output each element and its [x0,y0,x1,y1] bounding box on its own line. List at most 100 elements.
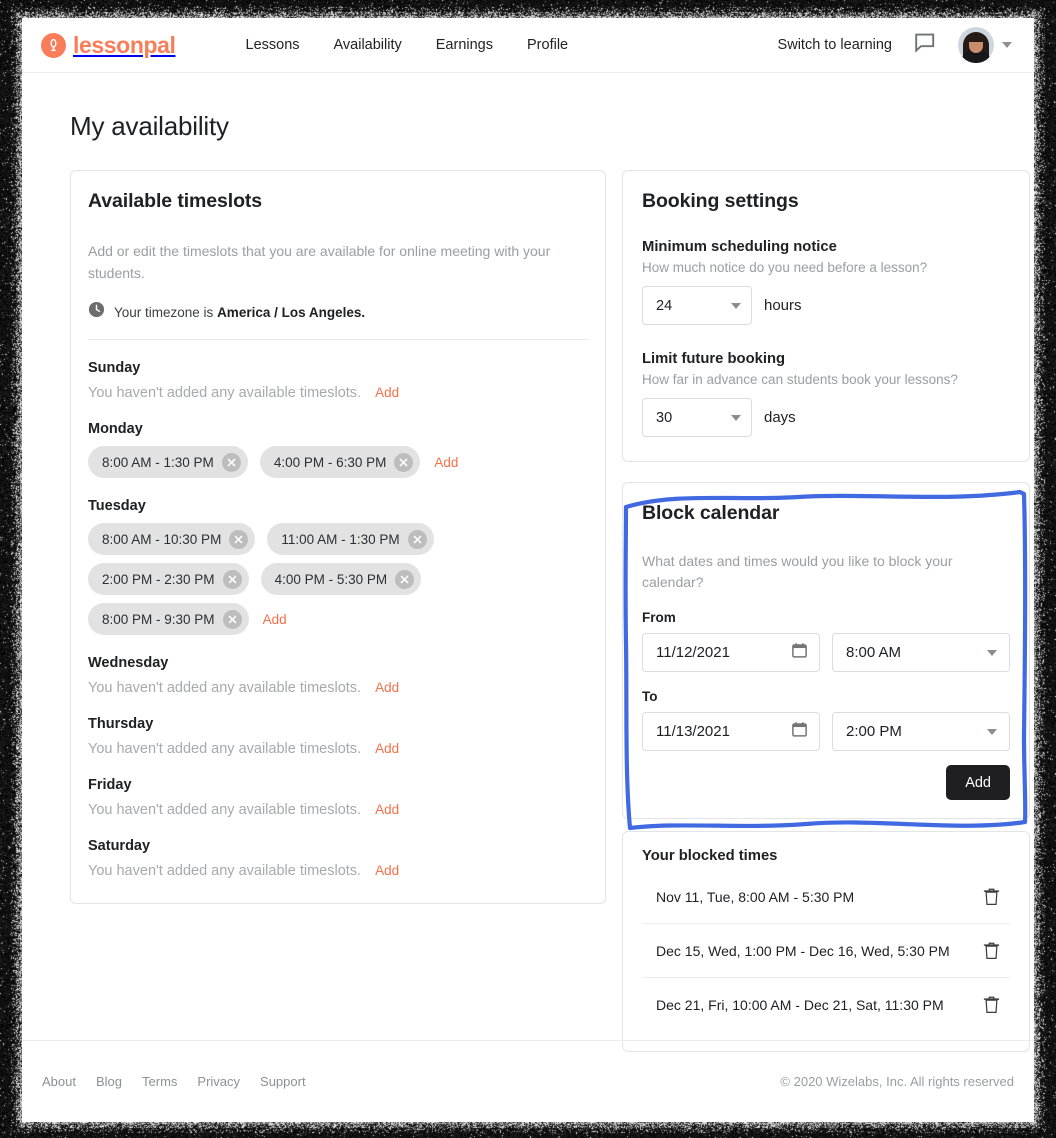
minimum-scheduling-notice-group: Minimum scheduling notice How much notic… [642,239,1010,325]
chevron-down-icon[interactable] [1002,42,1012,48]
timezone-value: America / Los Angeles. [217,305,365,320]
user-avatar[interactable] [958,27,994,63]
available-timeslots-card: Available timeslots Add or edit the time… [70,170,606,904]
day-name: Thursday [88,716,588,732]
screenshot-frame: lessonpal Lessons Availability Earnings … [0,0,1056,1138]
timeslot-label: 4:00 PM - 5:30 PM [275,572,388,587]
chevron-down-icon [731,303,741,309]
right-column: Booking settings Minimum scheduling noti… [622,170,1030,1052]
block-calendar-actions: Add [642,765,1010,800]
nav-item-profile[interactable]: Profile [527,37,568,53]
footer-link-terms[interactable]: Terms [142,1074,177,1089]
min-notice-help: How much notice do you need before a les… [642,260,1010,275]
to-label: To [642,689,1010,704]
timeslot-chip[interactable]: 4:00 PM - 5:30 PM [261,563,422,595]
delete-blocked-time-button[interactable] [981,939,1002,962]
limit-future-select[interactable]: 30 [642,398,752,437]
limit-future-label: Limit future booking [642,351,1010,367]
from-field-row: 11/12/2021 8:00 AM [642,633,1010,672]
remove-timeslot-icon[interactable] [222,453,241,472]
add-timeslot-saturday[interactable]: Add [375,863,399,878]
min-notice-control: 24 hours [642,286,1010,325]
timeslot-label: 11:00 AM - 1:30 PM [281,532,399,547]
chevron-down-icon [731,415,741,421]
footer-link-about[interactable]: About [42,1074,76,1089]
nav-item-availability[interactable]: Availability [334,37,402,53]
footer-link-support[interactable]: Support [260,1074,306,1089]
account-menu[interactable] [958,27,1012,63]
empty-row: You haven't added any available timeslot… [88,863,588,879]
add-timeslot-tuesday[interactable]: Add [263,612,287,627]
limit-future-control: 30 days [642,398,1010,437]
footer-link-privacy[interactable]: Privacy [197,1074,240,1089]
calendar-icon[interactable] [791,721,808,742]
empty-text: You haven't added any available timeslot… [88,802,361,818]
limit-future-booking-group: Limit future booking How far in advance … [642,351,1010,437]
add-timeslot-thursday[interactable]: Add [375,741,399,756]
add-block-button[interactable]: Add [946,765,1010,800]
chat-bubble-icon[interactable] [914,32,936,59]
switch-to-learning-link[interactable]: Switch to learning [778,37,892,53]
left-column: Available timeslots Add or edit the time… [70,170,606,904]
nav-item-earnings[interactable]: Earnings [436,37,493,53]
remove-timeslot-icon[interactable] [408,530,427,549]
main-nav: Lessons Availability Earnings Profile [246,37,569,53]
chips-row: 8:00 AM - 10:30 PM 11:00 AM - 1:30 PM 2:… [88,523,588,635]
remove-timeslot-icon[interactable] [395,570,414,589]
blocked-times-title: Your blocked times [642,848,1010,864]
to-date-input[interactable]: 11/13/2021 [642,712,820,751]
to-date-value: 11/13/2021 [656,723,791,740]
booking-settings-card: Booking settings Minimum scheduling noti… [622,170,1030,462]
block-calendar-card: Block calendar What dates and times woul… [622,482,1030,819]
chips-row: 8:00 AM - 1:30 PM 4:00 PM - 6:30 PM Add [88,446,588,478]
add-timeslot-monday[interactable]: Add [434,455,458,470]
remove-timeslot-icon[interactable] [223,570,242,589]
delete-blocked-time-button[interactable] [981,885,1002,908]
remove-timeslot-icon[interactable] [223,610,242,629]
from-label: From [642,610,1010,625]
min-notice-value: 24 [656,298,731,314]
from-date-input[interactable]: 11/12/2021 [642,633,820,672]
chevron-down-icon [987,729,997,735]
app-footer: About Blog Terms Privacy Support © 2020 … [22,1040,1034,1122]
day-block-saturday: Saturday You haven't added any available… [88,838,588,879]
lessonpal-mark-icon [41,33,66,58]
add-timeslot-friday[interactable]: Add [375,802,399,817]
blocked-time-label: Dec 21, Fri, 10:00 AM - Dec 21, Sat, 11:… [656,997,981,1013]
empty-row: You haven't added any available timeslot… [88,385,588,401]
chevron-down-icon [987,650,997,656]
to-time-select[interactable]: 2:00 PM [832,712,1010,751]
timeslot-chip[interactable]: 11:00 AM - 1:30 PM [267,523,433,555]
from-time-select[interactable]: 8:00 AM [832,633,1010,672]
limit-future-unit: days [764,409,796,426]
min-notice-select[interactable]: 24 [642,286,752,325]
day-name: Friday [88,777,588,793]
available-timeslots-title: Available timeslots [88,190,588,213]
add-timeslot-wednesday[interactable]: Add [375,680,399,695]
add-timeslot-sunday[interactable]: Add [375,385,399,400]
blocked-times-card: Your blocked times Nov 11, Tue, 8:00 AM … [622,831,1030,1052]
to-time-value: 2:00 PM [846,723,987,740]
remove-timeslot-icon[interactable] [394,453,413,472]
brand-logo[interactable]: lessonpal [41,33,176,58]
remove-timeslot-icon[interactable] [229,530,248,549]
timeslot-chip[interactable]: 2:00 PM - 2:30 PM [88,563,249,595]
day-name: Wednesday [88,655,588,671]
timeslot-chip[interactable]: 4:00 PM - 6:30 PM [260,446,421,478]
day-name: Tuesday [88,498,588,514]
app-page: lessonpal Lessons Availability Earnings … [22,18,1034,1122]
timeslot-chip[interactable]: 8:00 AM - 1:30 PM [88,446,248,478]
blocked-time-row: Dec 15, Wed, 1:00 PM - Dec 16, Wed, 5:30… [642,924,1010,978]
block-calendar-wrap: Block calendar What dates and times woul… [622,482,1030,819]
delete-blocked-time-button[interactable] [981,993,1002,1016]
timeslot-chip[interactable]: 8:00 AM - 10:30 PM [88,523,255,555]
nav-item-lessons[interactable]: Lessons [246,37,300,53]
timezone-row: Your timezone is America / Los Angeles. [88,301,588,340]
empty-text: You haven't added any available timeslot… [88,863,361,879]
calendar-icon[interactable] [791,642,808,663]
block-calendar-description: What dates and times would you like to b… [642,551,972,593]
footer-link-blog[interactable]: Blog [96,1074,122,1089]
page-title: My availability [70,111,1008,142]
timeslot-chip[interactable]: 8:00 PM - 9:30 PM [88,603,249,635]
blocked-time-label: Dec 15, Wed, 1:00 PM - Dec 16, Wed, 5:30… [656,943,981,959]
